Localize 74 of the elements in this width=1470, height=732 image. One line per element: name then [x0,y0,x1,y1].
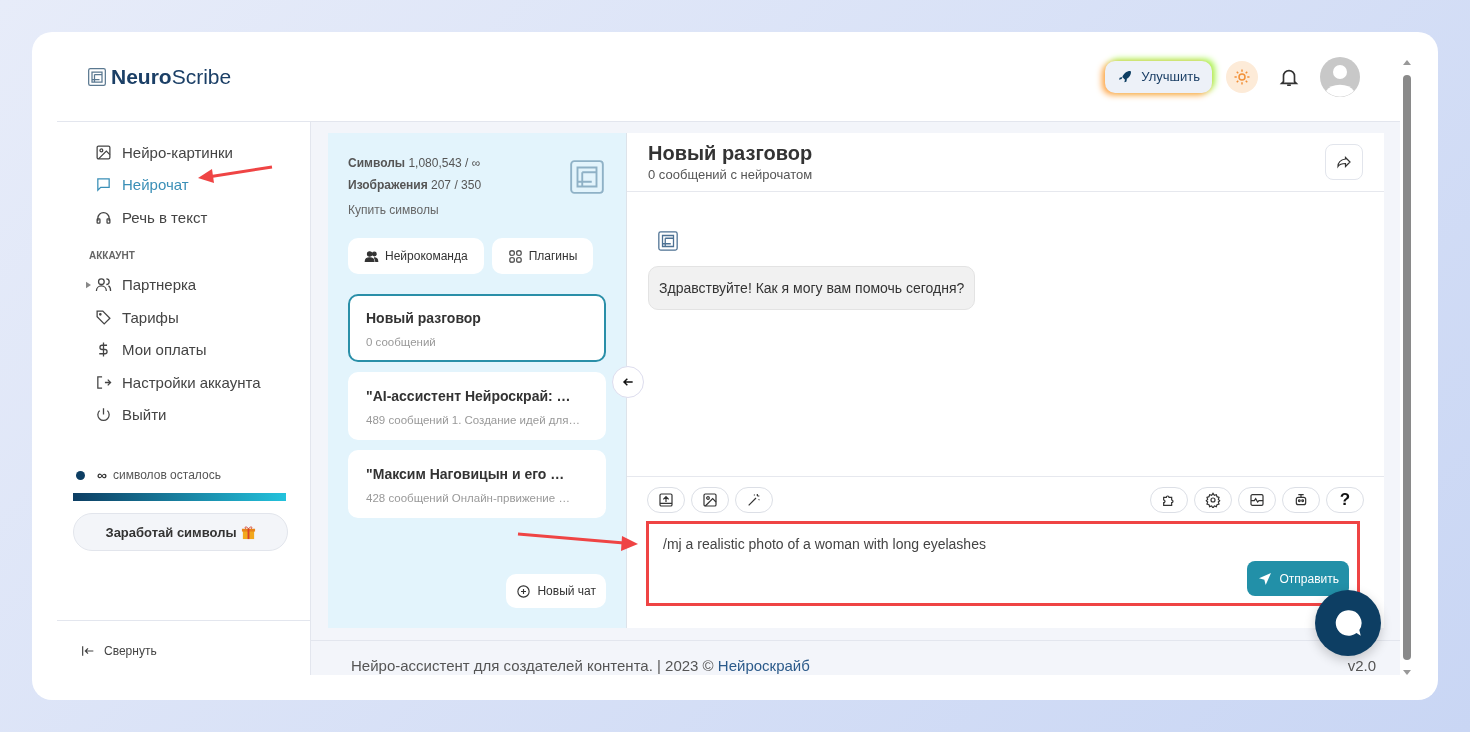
sidebar-item[interactable]: Речь в текст [95,208,208,226]
toolbar-button[interactable] [1282,487,1320,513]
settings-icon [1205,492,1221,508]
toolbar-button[interactable] [1150,487,1188,513]
caret-icon[interactable] [86,280,91,289]
toolbar-button[interactable] [1238,487,1276,513]
conversation-meta: 428 сообщений Онлайн-првижение … [366,492,571,504]
sidebar-item[interactable]: Нейро-картинки [95,143,233,161]
conversation-item[interactable]: Новый разговор 0 сообщений [348,294,606,362]
brand-name: NeuroScribe [111,64,232,89]
chat-subtitle: 0 сообщений с нейрочатом [648,167,813,182]
sidebar-item[interactable]: Настройки аккаунта [95,373,261,391]
collapse-icon [80,643,96,659]
conversation-item[interactable]: "Максим Наговицын и его … 428 сообщений Онлайн-првижение … [348,450,606,518]
rocket-icon [1117,68,1134,85]
sidebar-item[interactable]: Мои оплаты [95,341,207,359]
users-icon [95,276,112,294]
panel-button[interactable]: Плагины [491,238,594,274]
collapse-link[interactable]: Свернуть [57,643,310,659]
footer-text: Нейро-ассистент для создателей контента. | 2023 © Нейроскрайб [351,657,810,675]
symbols-amount: ∞ [97,467,107,483]
message-input[interactable]: /mj a realistic photo of a woman with long eyelashes Отправить [646,521,1360,606]
version-label: v2.0 [1347,657,1376,675]
message-bubble: Здравствуйте! Как я могу вам помочь сегодня? [648,266,976,310]
send-icon [1257,570,1274,587]
team-icon [364,248,379,264]
theme-toggle[interactable] [1226,60,1258,93]
footer-link[interactable]: Нейроскрайб [717,657,810,674]
panel-button[interactable]: Нейрокоманда [348,238,484,274]
status-dot [76,470,85,480]
usage-stat: Изображения 207 / 350 [348,178,482,192]
grid-icon [507,248,523,264]
symbols-label: символов осталось [113,468,221,482]
toolbar-button[interactable] [647,487,685,513]
toolbar-button[interactable] [1194,487,1232,513]
toolbar-button[interactable]: ? [1326,487,1364,513]
conversation-item[interactable]: "AI-ассистент Нейроскрай: … 489 сообщений 1. Создание идей для… [348,372,606,440]
chat-bubble-icon [95,176,112,194]
usage-stat: Символы 1,080,543 / ∞ [348,156,482,170]
robot-icon [1293,492,1309,508]
sidebar-item[interactable]: Партнерка [95,276,197,294]
power-icon [95,406,112,424]
panel-icon [1249,492,1265,508]
conversation-title: "AI-ассистент Нейроскрай: … [366,388,572,404]
sidebar-item[interactable]: Нейрочат [95,176,189,194]
upgrade-button[interactable]: Улучшить [1105,60,1212,93]
conversation-meta: 489 сообщений 1. Создание идей для… [366,414,581,426]
magic-wand-icon [746,492,762,508]
buy-symbols-link[interactable]: Купить символы [348,203,439,217]
send-button[interactable]: Отправить [1247,561,1349,596]
section-label: АККАУНТ [89,249,136,261]
logo-icon [568,158,606,196]
logo-icon [87,66,107,87]
tag-icon [95,308,112,326]
earn-symbols-button[interactable]: Заработай символы [73,513,288,551]
puzzle-icon [1161,492,1177,508]
sidebar-item[interactable]: Выйти [95,406,167,424]
image-icon [702,492,718,508]
sun-icon [1233,67,1251,86]
gift-icon [240,524,256,540]
share-button[interactable] [1325,144,1363,180]
chat-title: Новый разговор [648,142,813,165]
scrollbar[interactable] [1400,60,1414,675]
conversation-meta: 0 сообщений [366,336,437,348]
conversation-title: Новый разговор [366,310,482,326]
sidebar-item[interactable]: Тарифы [95,308,179,326]
conversation-title: "Максим Наговицын и его … [366,466,566,482]
toolbar-button[interactable] [691,487,729,513]
logout-icon [95,373,112,391]
new-chat-button[interactable]: Новый чат [506,574,606,608]
plus-circle-icon [516,583,532,599]
image-icon [95,143,112,161]
upload-icon [658,492,674,508]
bot-logo-icon [657,230,679,252]
